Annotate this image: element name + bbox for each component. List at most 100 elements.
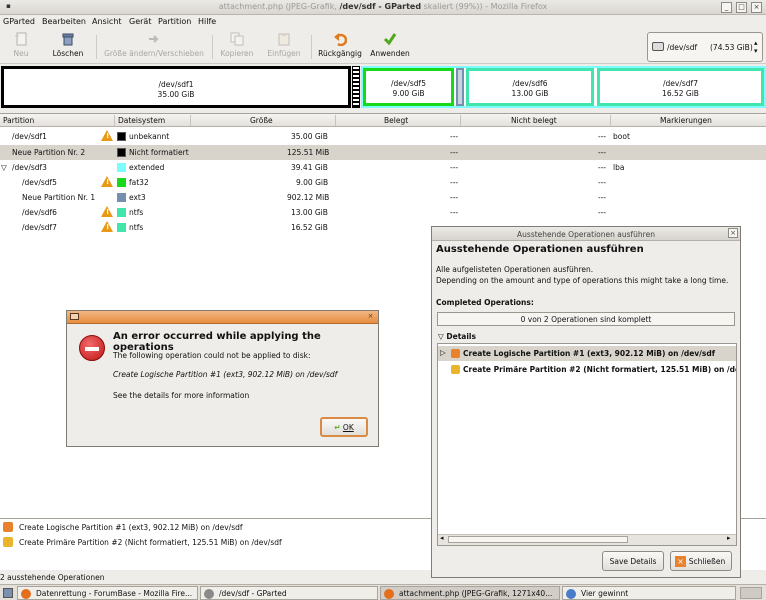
column-separator [114,115,115,126]
firefox-icon [384,589,394,599]
map-new-partition-1[interactable] [456,68,464,106]
enter-arrow-icon: ↵ [334,423,341,432]
map-partition-sdf6[interactable]: /dev/sdf6 13.00 GiB [466,68,594,106]
apply-button[interactable]: Anwenden [368,32,412,58]
list-item[interactable]: ▷ Create Logische Partition #1 (ext3, 90… [438,346,736,361]
trash-icon [61,32,75,46]
close-icon[interactable]: × [728,228,738,238]
taskbar-label: Vier gewinnt [581,589,629,598]
taskbar: Datenrettung - ForumBase - Mozilla Fire.… [0,584,766,600]
taskbar-item-gparted[interactable]: /dev/sdf - GParted [200,586,378,600]
close-icon[interactable]: × [366,312,375,321]
map-partition-sdf5[interactable]: /dev/sdf5 9.00 GiB [363,68,454,106]
save-details-label: Save Details [609,557,657,566]
copy-icon [230,32,244,46]
cell-used: --- [450,178,459,187]
map-unallocated-sliver[interactable] [352,66,360,108]
resize-move-button[interactable]: Größe ändern/Verschieben [101,32,207,58]
cell-partition: /dev/sdf3 [12,163,47,172]
col-used[interactable]: Belegt [384,116,408,125]
menu-partition[interactable]: Partition [158,17,191,26]
maximize-button[interactable]: □ [736,2,747,13]
list-item[interactable]: Create Primäre Partition #2 (Nicht forma… [3,537,282,547]
warning-icon: ! [101,221,113,232]
cell-size: 16.52 GiB [291,223,328,232]
fs-color-swatch [117,223,126,232]
cell-unused: --- [598,178,607,187]
col-flags[interactable]: Markierungen [660,116,712,125]
warning-icon: ! [101,206,113,217]
map-partition-sdf1[interactable]: /dev/sdf1 35.00 GiB [1,66,351,108]
menu-hilfe[interactable]: Hilfe [198,17,216,26]
table-row[interactable]: Neue Partition Nr. 1 ext3 902.12 MiB ---… [0,190,766,205]
window-menu-icon[interactable] [70,313,79,320]
col-unused[interactable]: Nicht belegt [511,116,557,125]
menu-gparted[interactable]: GParted [3,17,35,26]
column-separator [190,115,191,126]
table-row[interactable]: /dev/sdf6 ! ntfs 13.00 GiB --- --- [0,205,766,220]
undo-label: Rückgängig [318,49,362,58]
scroll-right-icon[interactable]: ▸ [727,534,731,542]
device-name: /dev/sdf [667,43,698,52]
table-row[interactable]: Neue Partition Nr. 2 Nicht formatiert 12… [0,145,766,160]
paste-button[interactable]: Einfügen [264,32,304,58]
undo-button[interactable]: Rückgängig [316,32,364,58]
cell-unused: --- [598,148,607,157]
cell-unused: --- [598,132,607,141]
taskbar-item-firefox-forum[interactable]: Datenrettung - ForumBase - Mozilla Fire.… [17,586,198,600]
error-operation-icon [451,349,460,358]
table-row[interactable]: /dev/sdf5 ! fat32 9.00 GiB --- --- [0,175,766,190]
delete-label: Löschen [52,49,84,58]
scrollbar-thumb[interactable] [448,536,628,543]
table-row[interactable]: ▽ /dev/sdf3 extended 39.41 GiB --- --- l… [0,160,766,175]
details-expander[interactable]: ▽ Details [438,332,476,342]
expander-arrow-icon[interactable]: ▽ [1,163,7,172]
trash-applet-icon[interactable] [740,587,762,599]
menu-bearbeiten[interactable]: Bearbeiten [42,17,86,26]
create-partition-icon [3,537,13,547]
paste-label: Einfügen [267,49,301,58]
table-row[interactable]: /dev/sdf1 ! unbekannt 35.00 GiB --- --- … [0,129,766,144]
save-details-button[interactable]: Save Details [602,551,664,571]
resize-move-label: Größe ändern/Verschieben [104,49,204,58]
list-item[interactable]: Create Primäre Partition #2 (Nicht forma… [438,362,736,377]
new-button[interactable]: Neu [8,32,34,58]
operations-progress-bar: 0 von 2 Operationen sind komplett [437,312,735,326]
cell-size: 902.12 MiB [287,193,330,202]
show-desktop-icon[interactable] [3,588,13,598]
list-item[interactable]: Create Logische Partition #1 (ext3, 902.… [3,522,243,532]
error-heading: An error occurred while applying the ope… [113,331,321,353]
cell-size: 9.00 GiB [296,178,329,187]
taskbar-item-firefox-attachment[interactable]: attachment.php (JPEG-Grafik, 1271x40... [380,586,560,600]
delete-button[interactable]: Löschen [48,32,88,58]
device-selector[interactable]: /dev/sdf (74.53 GiB) ▴ ▾ [647,32,763,62]
completed-operations-label: Completed Operations: [436,298,534,307]
map-label: /dev/sdf7 [663,79,698,88]
scroll-left-icon[interactable]: ◂ [440,534,444,542]
cell-used: --- [450,193,459,202]
fs-color-swatch [117,208,126,217]
menu-ansicht[interactable]: Ansicht [92,17,122,26]
taskbar-item-vier-gewinnt[interactable]: Vier gewinnt [562,586,736,600]
menu-geraet[interactable]: Gerät [129,17,151,26]
paste-icon [277,32,291,46]
cell-filesystem: ntfs [129,208,144,217]
close-dialog-button[interactable]: × Schließen [670,551,732,571]
pending-operation-icon [451,365,460,374]
ok-button[interactable]: ↵ OK [320,417,368,437]
window-title-prefix: attachment.php (JPEG-Grafik, [218,2,337,11]
col-filesystem[interactable]: Dateisystem [118,116,165,125]
minimize-button[interactable]: _ [721,2,732,13]
map-partition-sdf7[interactable]: /dev/sdf7 16.52 GiB [597,68,764,106]
horizontal-scrollbar[interactable]: ◂ ▸ [438,534,736,545]
window-menu-icon[interactable]: ▪ [3,2,14,13]
operation-text: Create Logische Partition #1 (ext3, 902.… [19,523,243,532]
copy-button[interactable]: Kopieren [218,32,256,58]
cell-used: --- [450,208,459,217]
window-titlebar: attachment.php (JPEG-Grafik, /dev/sdf - … [0,0,766,15]
close-window-button[interactable]: × [751,2,762,13]
expand-arrow-icon[interactable]: ▷ [440,348,446,357]
col-partition[interactable]: Partition [3,116,34,125]
col-size[interactable]: Größe [250,116,273,125]
detail-text: Create Logische Partition #1 (ext3, 902.… [463,349,716,358]
